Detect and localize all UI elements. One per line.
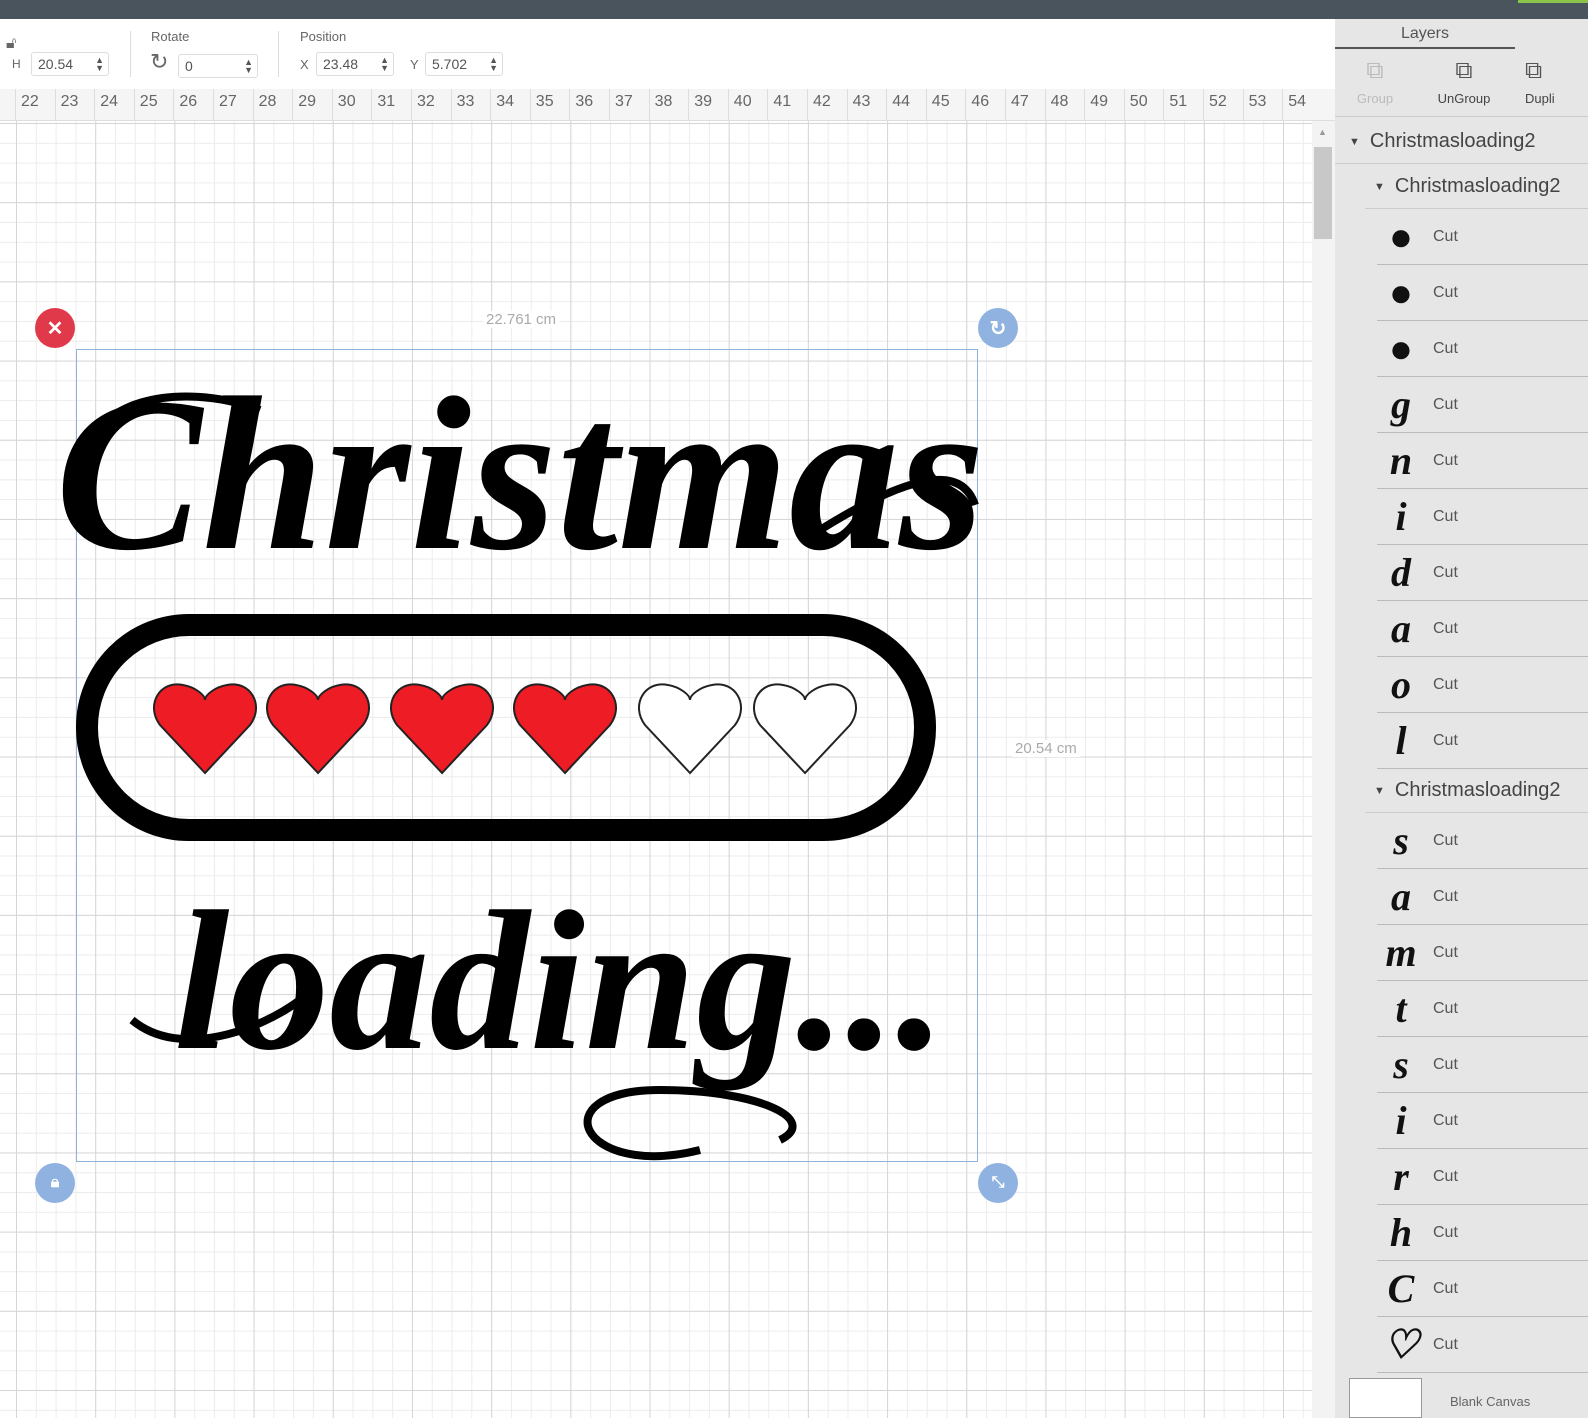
layer-thumbnail: n bbox=[1389, 438, 1413, 483]
layer-item[interactable]: ● Cut bbox=[1377, 321, 1588, 377]
layer-thumbnail: t bbox=[1395, 986, 1407, 1031]
scroll-thumb[interactable] bbox=[1314, 147, 1332, 239]
layer-operation: Cut bbox=[1433, 731, 1458, 749]
layer-item[interactable]: n Cut bbox=[1377, 433, 1588, 489]
layers-tab[interactable]: Layers bbox=[1335, 19, 1515, 49]
group-label: Group bbox=[1356, 91, 1394, 106]
heart-filled bbox=[153, 683, 257, 775]
ungroup-label: UnGroup bbox=[1437, 91, 1491, 106]
layer-operation: Cut bbox=[1433, 339, 1458, 357]
heart-filled bbox=[390, 683, 494, 775]
group-icon: ⧉ bbox=[1366, 57, 1384, 84]
collapse-triangle-icon[interactable]: ▼ bbox=[1374, 785, 1385, 797]
duplicate-button[interactable]: ⧉ Dupli bbox=[1513, 57, 1588, 106]
layer-thumbnail: ● bbox=[1388, 326, 1414, 371]
layer-thumbnail: l bbox=[1395, 718, 1407, 763]
layer-item[interactable]: i Cut bbox=[1377, 1093, 1588, 1149]
layer-item[interactable]: d Cut bbox=[1377, 545, 1588, 601]
layer-thumbnail: C bbox=[1387, 1266, 1415, 1311]
layer-operation: Cut bbox=[1433, 887, 1458, 905]
design-artwork: Christmas loading... bbox=[55, 352, 985, 1161]
scroll-up-icon[interactable]: ▲ bbox=[1318, 127, 1327, 137]
duplicate-icon: ⧉ bbox=[1525, 57, 1543, 84]
layer-operation: Cut bbox=[1433, 283, 1458, 301]
layers-panel: Layers ⧉ Group ⧉ UnGroup ⧉ Dupli ▼ Christmas… bbox=[1335, 19, 1588, 1418]
layer-item[interactable]: C Cut bbox=[1377, 1261, 1588, 1317]
layer-item[interactable]: r Cut bbox=[1377, 1149, 1588, 1205]
group-name: Christmasloading2 bbox=[1394, 779, 1561, 801]
layers-actions: ⧉ Group ⧉ UnGroup ⧉ Dupli bbox=[1335, 51, 1588, 117]
heart-filled bbox=[266, 683, 370, 775]
group-name: Christmasloading2 bbox=[1369, 130, 1536, 152]
layer-operation: Cut bbox=[1433, 507, 1458, 525]
layer-item[interactable]: ● Cut bbox=[1377, 209, 1588, 265]
layer-operation: Cut bbox=[1433, 943, 1458, 961]
layer-item[interactable]: t Cut bbox=[1377, 981, 1588, 1037]
layer-thumbnail: g bbox=[1391, 382, 1411, 427]
layer-thumbnail: o bbox=[1391, 662, 1411, 707]
layer-item[interactable]: m Cut bbox=[1377, 925, 1588, 981]
layer-operation: Cut bbox=[1433, 1223, 1458, 1241]
layer-item[interactable]: s Cut bbox=[1377, 1037, 1588, 1093]
layer-thumbnail: ● bbox=[1388, 270, 1414, 315]
layer-thumbnail: r bbox=[1393, 1154, 1409, 1199]
layer-operation: Cut bbox=[1433, 675, 1458, 693]
layer-item[interactable]: o Cut bbox=[1377, 657, 1588, 713]
layer-item[interactable]: s Cut bbox=[1377, 813, 1588, 869]
layer-operation: Cut bbox=[1433, 999, 1458, 1017]
layer-operation: Cut bbox=[1433, 1167, 1458, 1185]
layer-operation: Cut bbox=[1433, 227, 1458, 245]
heart-empty bbox=[753, 683, 857, 775]
ungroup-button[interactable]: ⧉ UnGroup bbox=[1424, 57, 1504, 106]
layer-thumbnail: ♡ bbox=[1383, 1322, 1419, 1367]
design-title: Christmas bbox=[55, 352, 984, 596]
loading-hearts bbox=[153, 683, 857, 775]
layer-operation: Cut bbox=[1433, 1335, 1458, 1353]
layer-operation: Cut bbox=[1433, 1111, 1458, 1129]
layer-group[interactable]: ▼ Christmasloading2 bbox=[1365, 769, 1588, 813]
layer-operation: Cut bbox=[1433, 831, 1458, 849]
layer-thumbnail: m bbox=[1385, 930, 1417, 975]
heart-empty bbox=[638, 683, 742, 775]
layer-thumbnail: i bbox=[1395, 1098, 1407, 1143]
group-name: Christmasloading2 bbox=[1394, 175, 1561, 197]
layer-thumbnail: s bbox=[1393, 1042, 1409, 1087]
layer-item[interactable]: l Cut bbox=[1377, 713, 1588, 769]
heart-filled bbox=[513, 683, 617, 775]
vertical-scrollbar[interactable]: ▲ bbox=[1312, 121, 1335, 1418]
layer-thumbnail: i bbox=[1395, 494, 1407, 539]
blank-canvas-label: Blank Canvas bbox=[1450, 1394, 1531, 1409]
layer-operation: Cut bbox=[1433, 1055, 1458, 1073]
layer-operation: Cut bbox=[1433, 395, 1458, 413]
make-it-button[interactable] bbox=[1518, 0, 1588, 3]
duplicate-label: Dupli bbox=[1525, 91, 1555, 106]
layer-item[interactable]: ● Cut bbox=[1377, 265, 1588, 321]
design-subtitle: loading... bbox=[174, 871, 946, 1092]
layer-group[interactable]: ▼ Christmasloading2 bbox=[1365, 165, 1588, 209]
layer-operation: Cut bbox=[1433, 563, 1458, 581]
collapse-triangle-icon[interactable]: ▼ bbox=[1374, 181, 1385, 193]
layer-thumbnail: d bbox=[1391, 550, 1411, 595]
layer-item[interactable]: ♡ Cut bbox=[1377, 1317, 1588, 1373]
layer-item[interactable]: g Cut bbox=[1377, 377, 1588, 433]
layer-operation: Cut bbox=[1433, 451, 1458, 469]
layer-operation: Cut bbox=[1433, 1279, 1458, 1297]
layer-thumbnail: s bbox=[1393, 818, 1409, 863]
layer-item[interactable]: i Cut bbox=[1377, 489, 1588, 545]
group-button[interactable]: ⧉ Group bbox=[1335, 57, 1415, 106]
layer-thumbnail: a bbox=[1391, 606, 1411, 651]
ungroup-icon: ⧉ bbox=[1455, 57, 1473, 84]
layer-thumbnail: ● bbox=[1388, 214, 1414, 259]
layer-group-root[interactable]: ▼ Christmasloading2 bbox=[1335, 120, 1588, 164]
layer-item[interactable]: h Cut bbox=[1377, 1205, 1588, 1261]
layer-thumbnail: h bbox=[1389, 1210, 1413, 1255]
layer-thumbnail: a bbox=[1391, 874, 1411, 919]
collapse-triangle-icon[interactable]: ▼ bbox=[1349, 136, 1360, 148]
layer-item[interactable]: a Cut bbox=[1377, 869, 1588, 925]
layer-item[interactable]: a Cut bbox=[1377, 601, 1588, 657]
blank-canvas-swatch[interactable] bbox=[1349, 1378, 1422, 1418]
layer-operation: Cut bbox=[1433, 619, 1458, 637]
